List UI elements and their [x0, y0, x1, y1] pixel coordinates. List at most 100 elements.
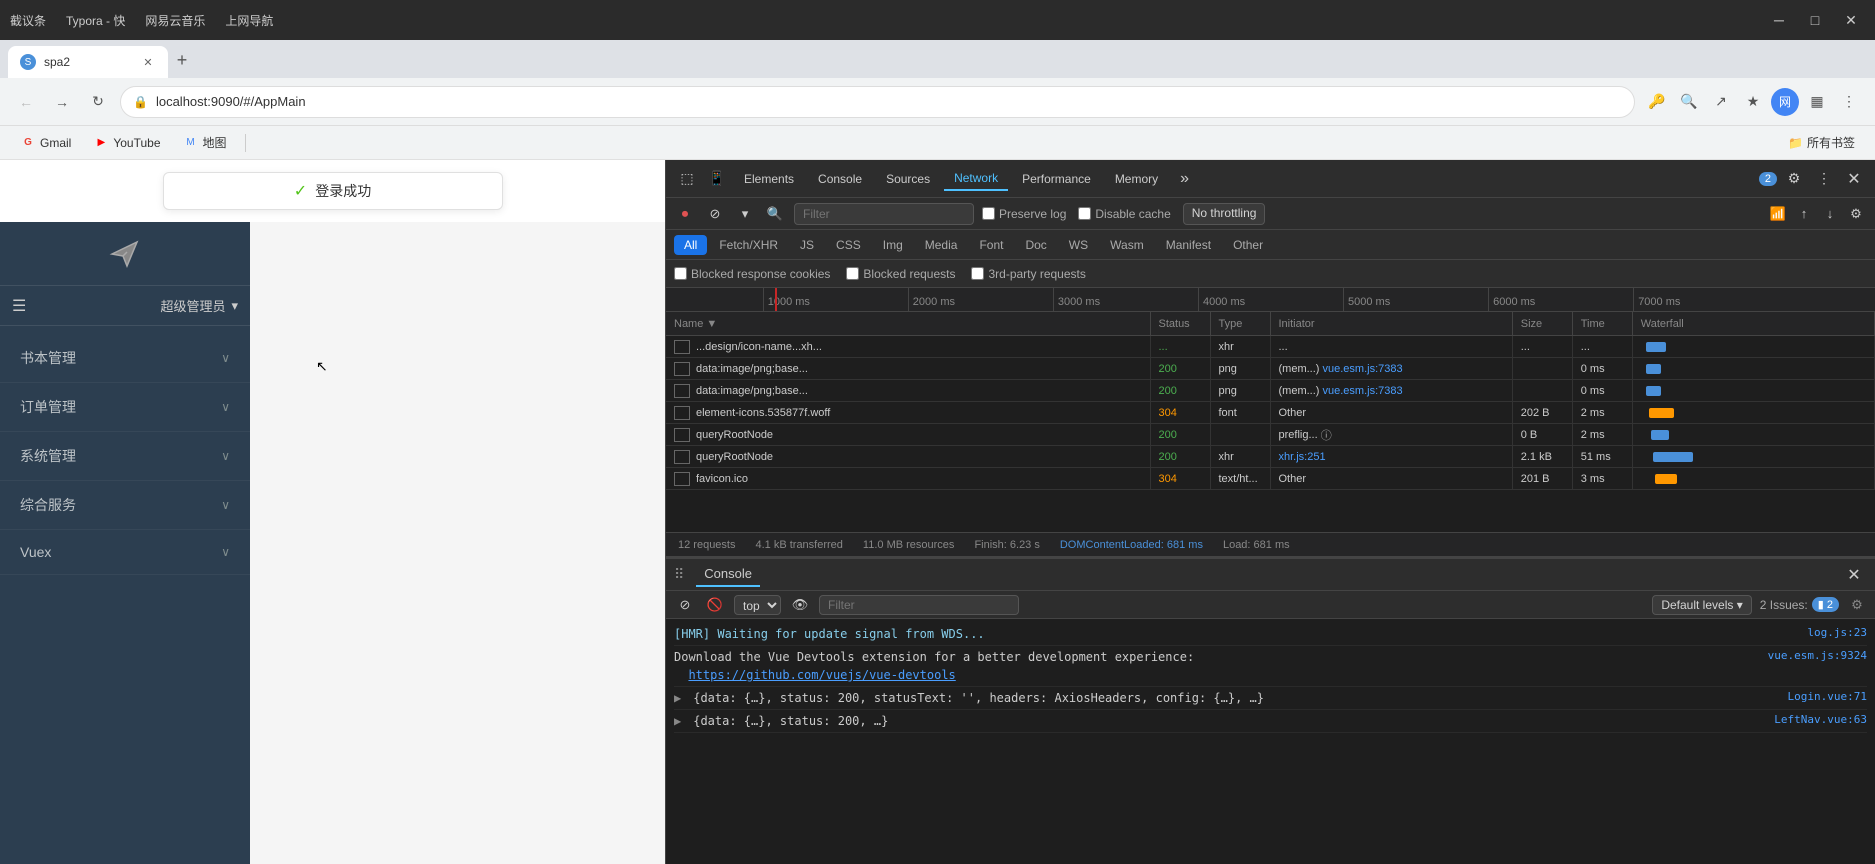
filter-tab-manifest[interactable]: Manifest [1156, 235, 1221, 255]
console-close-btn[interactable]: ✕ [1841, 562, 1867, 588]
sidebar-item-vuex[interactable]: Vuex ∨ [0, 530, 250, 575]
dt-tab-console[interactable]: Console [808, 168, 872, 190]
win-maximize-btn[interactable]: □ [1801, 6, 1829, 34]
nt-header-size[interactable]: Size [1513, 312, 1573, 335]
dt-tab-performance[interactable]: Performance [1012, 168, 1101, 190]
taskbar-app-3[interactable]: 网易云音乐 [145, 12, 205, 29]
profile-btn[interactable]: 网 [1771, 88, 1799, 116]
filter-tab-css[interactable]: CSS [826, 235, 871, 255]
nt-search-btn[interactable]: 🔍 [764, 203, 786, 225]
filter-tab-img[interactable]: Img [873, 235, 913, 255]
dt-close-btn[interactable]: ✕ [1841, 166, 1867, 192]
nt-wifi-btn[interactable]: 📶 [1767, 203, 1789, 225]
nt-filter-btn[interactable]: ▾ [734, 203, 756, 225]
row6-checkbox[interactable] [674, 472, 690, 486]
menu-btn[interactable]: ⋮ [1835, 88, 1863, 116]
taskbar-app-4[interactable]: 上网导航 [225, 12, 273, 29]
disable-cache-input[interactable] [1078, 207, 1091, 220]
row0-checkbox[interactable] [674, 340, 690, 354]
nt-header-type[interactable]: Type [1211, 312, 1271, 335]
user-info[interactable]: 超级管理员 ▾ [160, 296, 238, 315]
taskbar-app-1[interactable]: 截议条 [10, 12, 46, 29]
table-row[interactable]: element-icons.535877f.woff 304 font Othe… [666, 402, 1875, 424]
nt-export-btn[interactable]: ↓ [1819, 203, 1841, 225]
table-row[interactable]: queryRootNode 200 xhr xhr.js:251 2.1 kB … [666, 446, 1875, 468]
nt-header-status[interactable]: Status [1151, 312, 1211, 335]
sidebar-item-books[interactable]: 书本管理 ∨ [0, 334, 250, 383]
filter-tab-fetch[interactable]: Fetch/XHR [709, 235, 788, 255]
bookmark-folder[interactable]: 📁 所有书签 [1780, 131, 1863, 154]
console-log-4[interactable]: ▶ {data: {…}, status: 200, …} LeftNav.vu… [674, 710, 1867, 733]
vuejs-devtools-link[interactable]: https://github.com/vuejs/vue-devtools [688, 668, 955, 682]
third-party-check[interactable]: 3rd-party requests [971, 267, 1085, 281]
dt-settings-btn[interactable]: ⚙ [1781, 166, 1807, 192]
bookmark-youtube[interactable]: ▶ YouTube [85, 132, 168, 154]
nt-import-btn[interactable]: ↑ [1793, 203, 1815, 225]
row1-checkbox[interactable] [674, 362, 690, 376]
console-log-3[interactable]: ▶ {data: {…}, status: 200, statusText: '… [674, 687, 1867, 710]
log-3-source[interactable]: Login.vue:71 [1788, 689, 1867, 706]
console-drag-icon[interactable]: ⠿ [674, 566, 684, 583]
table-row[interactable]: favicon.ico 304 text/ht... Other 201 B 3… [666, 468, 1875, 490]
share-btn[interactable]: ↗ [1707, 88, 1735, 116]
side-panel-btn[interactable]: ▦ [1803, 88, 1831, 116]
blocked-requests-input[interactable] [846, 267, 859, 280]
table-row[interactable]: ...design/icon-name...xh... ... xhr ... … [666, 336, 1875, 358]
console-filter-input[interactable] [819, 595, 1019, 615]
table-row[interactable]: data:image/png;base... 200 png (mem...) … [666, 380, 1875, 402]
dt-inspect-btn[interactable]: ⬚ [674, 166, 700, 192]
row1-initiator-link[interactable]: vue.esm.js:7383 [1323, 363, 1403, 375]
forward-btn[interactable]: → [48, 88, 76, 116]
disable-cache-checkbox[interactable]: Disable cache [1078, 207, 1170, 221]
console-eye-btn[interactable]: 👁 [789, 594, 811, 616]
filter-tab-wasm[interactable]: Wasm [1100, 235, 1154, 255]
cast-btn[interactable]: 🔑 [1643, 88, 1671, 116]
nt-header-name[interactable]: Name ▼ [666, 312, 1151, 335]
nt-options-btn[interactable]: ⚙ [1845, 203, 1867, 225]
default-levels-btn[interactable]: Default levels ▾ [1652, 595, 1751, 615]
table-row[interactable]: queryRootNode 200 preflig... ⓘ 0 B 2 ms [666, 424, 1875, 446]
filter-tab-all[interactable]: All [674, 235, 707, 255]
sidebar-item-system[interactable]: 系统管理 ∨ [0, 432, 250, 481]
dt-tab-memory[interactable]: Memory [1105, 168, 1168, 190]
console-top-selector[interactable]: top [734, 595, 781, 615]
log-1-source[interactable]: log.js:23 [1807, 625, 1867, 642]
sidebar-menu-icon[interactable]: ☰ [12, 296, 26, 316]
tab-close-btn[interactable]: ✕ [140, 54, 156, 70]
filter-tab-other[interactable]: Other [1223, 235, 1273, 255]
win-close-btn[interactable]: ✕ [1837, 6, 1865, 34]
blocked-cookies-check[interactable]: Blocked response cookies [674, 267, 830, 281]
url-bar[interactable]: 🔒 localhost:9090/#/AppMain [120, 86, 1635, 118]
filter-tab-font[interactable]: Font [969, 235, 1013, 255]
log-4-source[interactable]: LeftNav.vue:63 [1774, 712, 1867, 729]
taskbar-app-2[interactable]: Typora - 快 [66, 12, 125, 29]
dt-tab-sources[interactable]: Sources [876, 168, 940, 190]
console-gear-btn[interactable]: ⚙ [1847, 595, 1867, 615]
third-party-input[interactable] [971, 267, 984, 280]
back-btn[interactable]: ← [12, 88, 40, 116]
blocked-requests-check[interactable]: Blocked requests [846, 267, 955, 281]
row2-initiator-link[interactable]: vue.esm.js:7383 [1323, 385, 1403, 397]
filter-tab-media[interactable]: Media [915, 235, 968, 255]
reload-btn[interactable]: ↻ [84, 88, 112, 116]
nt-record-btn[interactable]: ⏺ [674, 203, 696, 225]
row3-checkbox[interactable] [674, 406, 690, 420]
dt-tab-network[interactable]: Network [944, 167, 1008, 191]
log-2-source[interactable]: vue.esm.js:9324 [1768, 648, 1867, 665]
filter-tab-js[interactable]: JS [790, 235, 824, 255]
issues-badge[interactable]: 2 Issues: ▮ 2 [1760, 597, 1839, 612]
new-tab-btn[interactable]: + [168, 46, 196, 74]
nt-filter-input[interactable] [794, 203, 974, 225]
blocked-cookies-input[interactable] [674, 267, 687, 280]
filter-tab-doc[interactable]: Doc [1015, 235, 1056, 255]
dt-device-btn[interactable]: 📱 [704, 166, 730, 192]
filter-tab-ws[interactable]: WS [1059, 235, 1098, 255]
bookmark-maps[interactable]: M 地图 [175, 131, 235, 154]
table-row[interactable]: data:image/png;base... 200 png (mem...) … [666, 358, 1875, 380]
browser-tab[interactable]: S spa2 ✕ [8, 46, 168, 78]
win-minimize-btn[interactable]: ─ [1765, 6, 1793, 34]
row4-preflight-info[interactable]: ⓘ [1321, 427, 1332, 443]
bookmark-gmail[interactable]: G Gmail [12, 132, 79, 154]
sidebar-item-services[interactable]: 综合服务 ∨ [0, 481, 250, 530]
nt-header-waterfall[interactable]: Waterfall [1633, 312, 1875, 335]
